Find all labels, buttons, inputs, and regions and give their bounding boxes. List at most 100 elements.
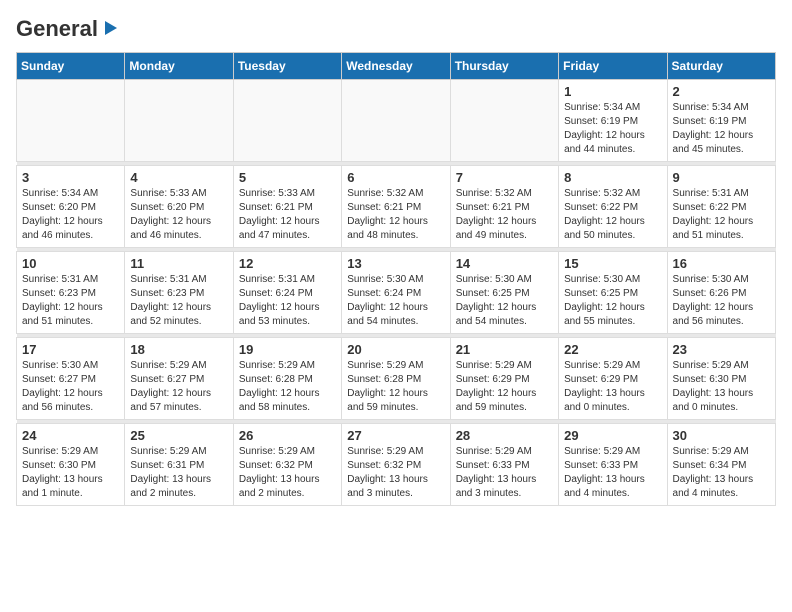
logo-arrow-icon bbox=[101, 19, 119, 42]
day-info: Sunrise: 5:34 AM Sunset: 6:19 PM Dayligh… bbox=[673, 101, 770, 157]
day-info: Sunrise: 5:29 AM Sunset: 6:33 PM Dayligh… bbox=[564, 445, 661, 501]
calendar-cell: 5 Sunrise: 5:33 AM Sunset: 6:21 PM Daylig… bbox=[233, 166, 341, 248]
day-number: 11 bbox=[130, 256, 227, 271]
day-info: Sunrise: 5:30 AM Sunset: 6:25 PM Dayligh… bbox=[456, 273, 553, 329]
calendar-cell: 15 Sunrise: 5:30 AM Sunset: 6:25 PM Dayli… bbox=[559, 252, 667, 334]
day-info: Sunrise: 5:29 AM Sunset: 6:29 PM Dayligh… bbox=[564, 359, 661, 415]
day-number: 25 bbox=[130, 428, 227, 443]
day-number: 2 bbox=[673, 84, 770, 99]
day-number: 6 bbox=[347, 170, 444, 185]
calendar-cell: 4 Sunrise: 5:33 AM Sunset: 6:20 PM Daylig… bbox=[125, 166, 233, 248]
calendar-cell: 25 Sunrise: 5:29 AM Sunset: 6:31 PM Dayli… bbox=[125, 424, 233, 506]
day-info: Sunrise: 5:31 AM Sunset: 6:24 PM Dayligh… bbox=[239, 273, 336, 329]
day-info: Sunrise: 5:29 AM Sunset: 6:28 PM Dayligh… bbox=[347, 359, 444, 415]
calendar-cell: 18 Sunrise: 5:29 AM Sunset: 6:27 PM Dayli… bbox=[125, 338, 233, 420]
day-number: 27 bbox=[347, 428, 444, 443]
day-info: Sunrise: 5:30 AM Sunset: 6:26 PM Dayligh… bbox=[673, 273, 770, 329]
calendar-cell: 27 Sunrise: 5:29 AM Sunset: 6:32 PM Dayli… bbox=[342, 424, 450, 506]
calendar-week-2: 3 Sunrise: 5:34 AM Sunset: 6:20 PM Daylig… bbox=[17, 166, 776, 248]
day-number: 14 bbox=[456, 256, 553, 271]
day-info: Sunrise: 5:34 AM Sunset: 6:20 PM Dayligh… bbox=[22, 187, 119, 243]
day-number: 15 bbox=[564, 256, 661, 271]
day-number: 3 bbox=[22, 170, 119, 185]
day-info: Sunrise: 5:29 AM Sunset: 6:34 PM Dayligh… bbox=[673, 445, 770, 501]
day-number: 19 bbox=[239, 342, 336, 357]
calendar-cell bbox=[17, 80, 125, 162]
calendar-cell: 29 Sunrise: 5:29 AM Sunset: 6:33 PM Dayli… bbox=[559, 424, 667, 506]
day-number: 21 bbox=[456, 342, 553, 357]
day-info: Sunrise: 5:32 AM Sunset: 6:21 PM Dayligh… bbox=[347, 187, 444, 243]
day-info: Sunrise: 5:30 AM Sunset: 6:25 PM Dayligh… bbox=[564, 273, 661, 329]
day-info: Sunrise: 5:30 AM Sunset: 6:24 PM Dayligh… bbox=[347, 273, 444, 329]
calendar-cell: 22 Sunrise: 5:29 AM Sunset: 6:29 PM Dayli… bbox=[559, 338, 667, 420]
day-number: 5 bbox=[239, 170, 336, 185]
day-number: 22 bbox=[564, 342, 661, 357]
day-info: Sunrise: 5:29 AM Sunset: 6:30 PM Dayligh… bbox=[22, 445, 119, 501]
page-header: General bbox=[16, 16, 776, 42]
calendar-cell: 21 Sunrise: 5:29 AM Sunset: 6:29 PM Dayli… bbox=[450, 338, 558, 420]
calendar-week-1: 1 Sunrise: 5:34 AM Sunset: 6:19 PM Daylig… bbox=[17, 80, 776, 162]
weekday-header-wednesday: Wednesday bbox=[342, 53, 450, 80]
logo-general: General bbox=[16, 16, 98, 42]
day-info: Sunrise: 5:29 AM Sunset: 6:29 PM Dayligh… bbox=[456, 359, 553, 415]
day-info: Sunrise: 5:31 AM Sunset: 6:23 PM Dayligh… bbox=[22, 273, 119, 329]
day-info: Sunrise: 5:29 AM Sunset: 6:33 PM Dayligh… bbox=[456, 445, 553, 501]
weekday-header-friday: Friday bbox=[559, 53, 667, 80]
day-number: 16 bbox=[673, 256, 770, 271]
calendar-cell bbox=[233, 80, 341, 162]
day-info: Sunrise: 5:29 AM Sunset: 6:31 PM Dayligh… bbox=[130, 445, 227, 501]
calendar-cell: 2 Sunrise: 5:34 AM Sunset: 6:19 PM Daylig… bbox=[667, 80, 775, 162]
day-info: Sunrise: 5:29 AM Sunset: 6:32 PM Dayligh… bbox=[239, 445, 336, 501]
calendar-cell: 8 Sunrise: 5:32 AM Sunset: 6:22 PM Daylig… bbox=[559, 166, 667, 248]
day-info: Sunrise: 5:32 AM Sunset: 6:21 PM Dayligh… bbox=[456, 187, 553, 243]
weekday-header-tuesday: Tuesday bbox=[233, 53, 341, 80]
day-number: 26 bbox=[239, 428, 336, 443]
calendar-week-3: 10 Sunrise: 5:31 AM Sunset: 6:23 PM Dayli… bbox=[17, 252, 776, 334]
calendar-cell: 23 Sunrise: 5:29 AM Sunset: 6:30 PM Dayli… bbox=[667, 338, 775, 420]
weekday-header-monday: Monday bbox=[125, 53, 233, 80]
day-number: 8 bbox=[564, 170, 661, 185]
calendar-cell: 14 Sunrise: 5:30 AM Sunset: 6:25 PM Dayli… bbox=[450, 252, 558, 334]
calendar-cell: 20 Sunrise: 5:29 AM Sunset: 6:28 PM Dayli… bbox=[342, 338, 450, 420]
calendar-week-5: 24 Sunrise: 5:29 AM Sunset: 6:30 PM Dayli… bbox=[17, 424, 776, 506]
weekday-header-thursday: Thursday bbox=[450, 53, 558, 80]
day-info: Sunrise: 5:33 AM Sunset: 6:20 PM Dayligh… bbox=[130, 187, 227, 243]
day-number: 23 bbox=[673, 342, 770, 357]
day-info: Sunrise: 5:29 AM Sunset: 6:32 PM Dayligh… bbox=[347, 445, 444, 501]
weekday-header-saturday: Saturday bbox=[667, 53, 775, 80]
calendar-cell: 10 Sunrise: 5:31 AM Sunset: 6:23 PM Dayli… bbox=[17, 252, 125, 334]
day-info: Sunrise: 5:29 AM Sunset: 6:27 PM Dayligh… bbox=[130, 359, 227, 415]
calendar-cell: 26 Sunrise: 5:29 AM Sunset: 6:32 PM Dayli… bbox=[233, 424, 341, 506]
day-number: 10 bbox=[22, 256, 119, 271]
calendar-cell: 7 Sunrise: 5:32 AM Sunset: 6:21 PM Daylig… bbox=[450, 166, 558, 248]
calendar-cell: 12 Sunrise: 5:31 AM Sunset: 6:24 PM Dayli… bbox=[233, 252, 341, 334]
day-info: Sunrise: 5:31 AM Sunset: 6:23 PM Dayligh… bbox=[130, 273, 227, 329]
calendar-cell: 30Sunrise: 5:29 AM Sunset: 6:34 PM Dayli… bbox=[667, 424, 775, 506]
day-number: 9 bbox=[673, 170, 770, 185]
day-info: Sunrise: 5:30 AM Sunset: 6:27 PM Dayligh… bbox=[22, 359, 119, 415]
calendar-cell: 3 Sunrise: 5:34 AM Sunset: 6:20 PM Daylig… bbox=[17, 166, 125, 248]
day-number: 12 bbox=[239, 256, 336, 271]
calendar-cell: 16 Sunrise: 5:30 AM Sunset: 6:26 PM Dayli… bbox=[667, 252, 775, 334]
calendar-cell: 6 Sunrise: 5:32 AM Sunset: 6:21 PM Daylig… bbox=[342, 166, 450, 248]
logo: General bbox=[16, 16, 119, 42]
calendar-table: SundayMondayTuesdayWednesdayThursdayFrid… bbox=[16, 52, 776, 506]
day-info: Sunrise: 5:33 AM Sunset: 6:21 PM Dayligh… bbox=[239, 187, 336, 243]
day-number: 29 bbox=[564, 428, 661, 443]
calendar-cell: 17Sunrise: 5:30 AM Sunset: 6:27 PM Dayli… bbox=[17, 338, 125, 420]
day-info: Sunrise: 5:31 AM Sunset: 6:22 PM Dayligh… bbox=[673, 187, 770, 243]
day-number: 24 bbox=[22, 428, 119, 443]
day-info: Sunrise: 5:32 AM Sunset: 6:22 PM Dayligh… bbox=[564, 187, 661, 243]
calendar-cell bbox=[450, 80, 558, 162]
day-number: 13 bbox=[347, 256, 444, 271]
calendar-cell bbox=[342, 80, 450, 162]
day-number: 18 bbox=[130, 342, 227, 357]
day-number: 1 bbox=[564, 84, 661, 99]
calendar-cell bbox=[125, 80, 233, 162]
weekday-header-sunday: Sunday bbox=[17, 53, 125, 80]
day-number: 4 bbox=[130, 170, 227, 185]
day-info: Sunrise: 5:29 AM Sunset: 6:30 PM Dayligh… bbox=[673, 359, 770, 415]
day-number: 20 bbox=[347, 342, 444, 357]
calendar-cell: 28Sunrise: 5:29 AM Sunset: 6:33 PM Dayli… bbox=[450, 424, 558, 506]
day-number: 7 bbox=[456, 170, 553, 185]
